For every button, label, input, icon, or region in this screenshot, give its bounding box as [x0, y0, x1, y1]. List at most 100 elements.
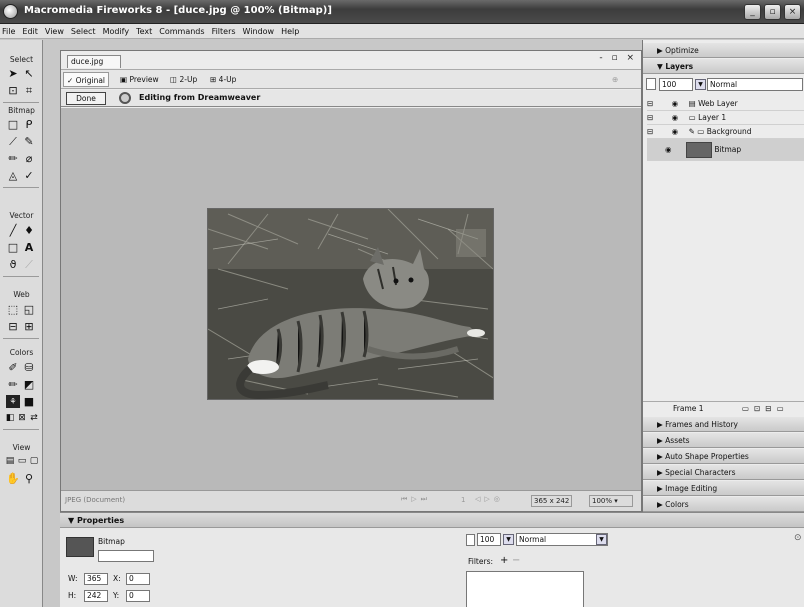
image-editing-panel-header[interactable]: ▶ Image Editing [643, 481, 804, 496]
help-icon[interactable]: ⊙ [794, 533, 802, 543]
text-tool-icon[interactable]: A [22, 241, 36, 254]
filters-label: Filters: [468, 557, 494, 566]
tab-2up[interactable]: ◫ 2-Up [167, 72, 200, 87]
canvas-area[interactable] [61, 108, 641, 490]
hide-slices-icon[interactable]: ⊟ [6, 320, 20, 333]
frame-controls[interactable]: ◁▷◎ [475, 495, 504, 503]
maximize-button[interactable]: ▫ [764, 4, 781, 20]
crop-tool-icon[interactable]: ⌗ [22, 84, 36, 97]
tools-web-heading: Web [13, 290, 30, 299]
blur-tool-icon[interactable]: ◬ [6, 169, 20, 182]
y-label: Y: [113, 591, 120, 600]
freeform-tool-icon[interactable]: ϑ [6, 258, 20, 271]
layer-row-bitmap[interactable]: ◉ Bitmap [647, 139, 804, 161]
zoom-tool-icon[interactable]: ⚲ [22, 472, 36, 485]
layers-panel-header[interactable]: ▼ Layers [643, 59, 804, 74]
special-characters-panel-header[interactable]: ▶ Special Characters [643, 465, 804, 480]
document-window-controls[interactable]: - ▫ × [599, 53, 637, 63]
x-field[interactable]: 0 [126, 573, 150, 585]
remove-filter-icon[interactable]: − [512, 555, 520, 566]
magic-wand-tool-icon[interactable]: ⟋ [6, 135, 20, 148]
document-tab[interactable]: duce.jpg [67, 55, 121, 68]
rectangle-tool-icon[interactable]: □ [6, 241, 20, 254]
props-opacity-arrow[interactable]: ▼ [503, 534, 514, 545]
eraser-tool-icon[interactable]: ⌀ [22, 152, 36, 165]
menu-help[interactable]: Help [281, 27, 299, 36]
show-slices-icon[interactable]: ⊞ [22, 320, 36, 333]
opacity-dropdown-arrow[interactable]: ▼ [695, 79, 706, 90]
menu-modify[interactable]: Modify [103, 27, 130, 36]
line-tool-icon[interactable]: ╱ [6, 224, 20, 237]
paint-bucket-tool-icon[interactable]: ⛁ [22, 361, 36, 374]
menu-file[interactable]: File [2, 27, 15, 36]
edit-bar: Done Editing from Dreamweaver [61, 90, 641, 107]
scale-tool-icon[interactable]: ⊡ [6, 84, 20, 97]
bitmap-thumbnail [685, 142, 712, 158]
minimize-button[interactable]: _ [744, 4, 761, 20]
layer-action-icons[interactable]: ▭⊡⊟▭ [742, 404, 789, 413]
document-format: JPEG (Document) [65, 496, 126, 504]
tab-preview[interactable]: ▣ Preview [117, 72, 162, 87]
add-filter-icon[interactable]: + [500, 555, 508, 566]
tab-4up[interactable]: ⊞ 4-Up [207, 72, 239, 87]
stroke-color-icon[interactable]: ✏ [6, 378, 20, 391]
menu-select[interactable]: Select [71, 27, 96, 36]
props-opacity-field[interactable]: 100 [477, 533, 501, 546]
properties-header[interactable]: ▼ Properties [60, 513, 804, 528]
layer-row-background[interactable]: ⊟ ◉ ✎ ▭ Background [647, 125, 804, 139]
marquee-tool-icon[interactable]: □ [6, 118, 20, 131]
menu-text[interactable]: Text [136, 27, 152, 36]
menu-view[interactable]: View [45, 27, 64, 36]
swap-colors-icon[interactable]: ⇄ [27, 412, 41, 425]
tab-original[interactable]: ✓ Original [63, 72, 110, 87]
auto-shape-panel-header[interactable]: ▶ Auto Shape Properties [643, 449, 804, 464]
pencil-tool-icon[interactable]: ✏ [6, 152, 20, 165]
pen-tool-icon[interactable]: ♦ [22, 224, 36, 237]
eyedropper-tool-icon[interactable]: ✐ [6, 361, 20, 374]
opacity-slider-icon[interactable] [646, 78, 656, 90]
assets-panel-header[interactable]: ▶ Assets [643, 433, 804, 448]
fill-color-icon[interactable]: ⚘ [6, 395, 20, 408]
props-blend-arrow[interactable]: ▼ [596, 534, 607, 545]
brush-tool-icon[interactable]: ✎ [22, 135, 36, 148]
menu-edit[interactable]: Edit [22, 27, 38, 36]
hand-tool-icon[interactable]: ✋ [6, 472, 20, 485]
done-button[interactable]: Done [66, 92, 106, 105]
optimize-panel-header[interactable]: ▶ Optimize [643, 43, 804, 58]
width-label: W: [68, 574, 78, 583]
height-field[interactable]: 242 [84, 590, 108, 602]
width-field[interactable]: 365 [84, 573, 108, 585]
menu-window[interactable]: Window [243, 27, 275, 36]
cat-photo[interactable] [207, 208, 494, 400]
subselect-tool-icon[interactable]: ↖ [22, 67, 36, 80]
colors-panel-header[interactable]: ▶ Colors [643, 497, 804, 512]
document-status-bar: JPEG (Document) ⏮▷⏭ 1 ◁▷◎ 365 x 242 100%… [61, 490, 641, 511]
pointer-tool-icon[interactable]: ➤ [6, 67, 20, 80]
hotspot-tool-icon[interactable]: ⬚ [6, 303, 20, 316]
layer-row-layer1[interactable]: ⊟ ◉ ▭ Layer 1 [647, 111, 804, 125]
fill-swatch-icon[interactable]: ■ [22, 395, 36, 408]
slice-tool-icon[interactable]: ◱ [22, 303, 36, 316]
frame-first-button[interactable]: ⏮▷⏭ [401, 495, 431, 504]
knife-tool-icon[interactable]: ⟋ [22, 258, 36, 271]
close-button[interactable]: × [784, 4, 801, 20]
document-window: duce.jpg - ▫ × ✓ Original ▣ Preview ◫ 2-… [60, 50, 642, 512]
stroke-swatch-icon[interactable]: ◩ [22, 378, 36, 391]
object-name-field[interactable] [98, 550, 154, 562]
frames-history-panel-header[interactable]: ▶ Frames and History [643, 417, 804, 432]
filters-list[interactable] [466, 571, 584, 607]
menu-commands[interactable]: Commands [159, 27, 204, 36]
layer-row-web[interactable]: ⊟ ◉ ▤ Web Layer [647, 97, 804, 111]
menu-filters[interactable]: Filters [212, 27, 236, 36]
props-opacity-slider-icon[interactable] [466, 534, 475, 546]
image-size: 365 x 242 [531, 495, 573, 507]
zoom-select[interactable]: 100% ▾ [589, 495, 633, 507]
y-field[interactable]: 0 [126, 590, 150, 602]
full-screen-mode-icon[interactable]: ▢ [27, 455, 41, 468]
layer-blend-mode[interactable]: Normal [707, 78, 803, 91]
rubber-stamp-tool-icon[interactable]: ✓ [22, 169, 36, 182]
props-blend-mode[interactable]: Normal [516, 533, 608, 546]
document-options-icon[interactable]: ⊕ [609, 72, 621, 87]
lasso-tool-icon[interactable]: ᑭ [22, 118, 36, 131]
layer-opacity-field[interactable]: 100 [659, 78, 693, 91]
